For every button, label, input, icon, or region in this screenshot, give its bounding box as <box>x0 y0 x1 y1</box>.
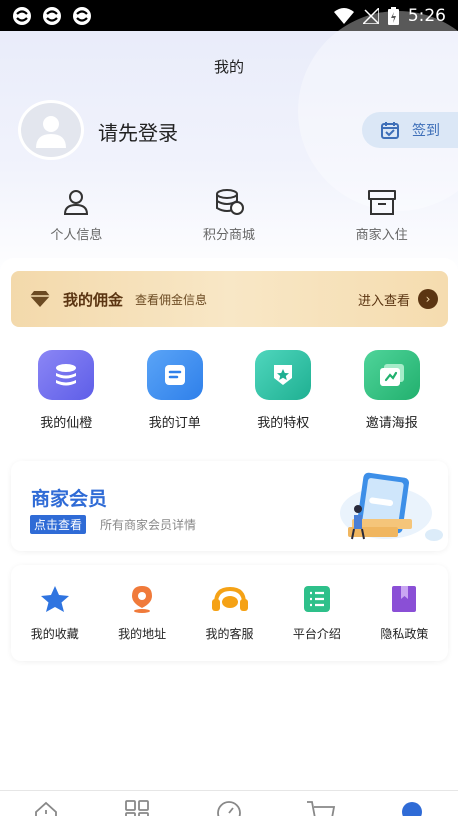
notification-icons <box>12 6 92 26</box>
tab-discover[interactable] <box>183 791 275 816</box>
star-icon <box>40 585 69 612</box>
tool-privacy-policy[interactable]: 隐私政策 <box>361 585 448 642</box>
person-icon <box>64 190 89 215</box>
tab-home[interactable] <box>0 791 92 816</box>
quick-link-label: 商家入住 <box>355 228 408 243</box>
tool-label: 我的收藏 <box>30 626 79 641</box>
tool-label: 我的地址 <box>118 626 167 641</box>
star-shield-icon <box>255 350 312 400</box>
feature-my-xiancheng[interactable]: 我的仙橙 <box>12 350 121 431</box>
coins-stack-icon <box>216 189 244 215</box>
feature-label: 我的特权 <box>257 416 310 431</box>
profile-icon <box>402 802 423 816</box>
calendar-check-icon <box>381 122 399 139</box>
merchant-view-badge[interactable]: 点击查看 <box>30 515 87 534</box>
tool-label: 我的客服 <box>205 626 254 641</box>
login-prompt[interactable]: 请先登录 <box>98 117 178 146</box>
compass-icon <box>217 801 241 816</box>
page-title: 我的 <box>213 58 244 76</box>
tab-cart[interactable] <box>275 791 367 816</box>
poster-icon <box>363 350 420 400</box>
app-notification-icon <box>43 6 61 25</box>
document-icon <box>146 350 203 400</box>
shop-icon <box>367 190 396 215</box>
quick-link-label: 积分商城 <box>203 228 256 243</box>
wifi-icon <box>333 7 354 24</box>
chevron-right-icon: › <box>418 289 438 309</box>
feature-my-orders[interactable]: 我的订单 <box>121 350 230 431</box>
feature-label: 我的订单 <box>148 416 201 431</box>
avatar[interactable] <box>18 100 84 160</box>
home-icon <box>34 801 57 816</box>
quick-link-merchant-join[interactable]: 商家入住 <box>305 188 458 243</box>
commission-enter-link[interactable]: 进入查看 › <box>358 289 438 309</box>
list-icon <box>303 585 330 612</box>
feature-my-privileges[interactable]: 我的特权 <box>229 350 338 431</box>
commission-subtitle: 查看佣金信息 <box>135 292 208 307</box>
tool-my-favorites[interactable]: 我的收藏 <box>11 585 98 642</box>
user-avatar-icon <box>36 116 66 148</box>
location-pin-icon <box>132 585 153 613</box>
tab-profile[interactable] <box>366 791 458 816</box>
diamond-icon <box>30 291 50 307</box>
feature-label: 邀请海报 <box>365 416 418 431</box>
bottom-tab-bar <box>0 790 458 816</box>
tools-card: 我的收藏 我的地址 我的客服 平台介绍 隐私政策 <box>11 565 448 661</box>
tool-label: 隐私政策 <box>380 626 429 641</box>
feature-grid: 我的仙橙 我的订单 我的特权 邀请海报 <box>0 350 458 431</box>
quick-link-points-mall[interactable]: 积分商城 <box>153 188 306 243</box>
feature-invite-poster[interactable]: 邀请海报 <box>338 350 447 431</box>
tool-platform-intro[interactable]: 平台介绍 <box>273 585 360 642</box>
quick-links: 个人信息 积分商城 商家入住 <box>0 188 458 243</box>
quick-link-personal-info[interactable]: 个人信息 <box>0 188 153 243</box>
bookmark-icon <box>392 585 417 612</box>
membership-illustration <box>340 472 443 541</box>
commission-action-label: 进入查看 <box>357 293 410 309</box>
feature-label: 我的仙橙 <box>40 416 93 431</box>
quick-link-label: 个人信息 <box>50 228 103 243</box>
commission-banner[interactable]: 我的佣金 查看佣金信息 进入查看 › <box>11 271 448 327</box>
app-notification-icon <box>13 6 31 25</box>
merchant-title: 商家会员 <box>31 488 108 510</box>
grid-icon <box>125 800 150 816</box>
signin-button[interactable]: 签到 <box>362 112 458 148</box>
tab-category[interactable] <box>92 791 184 816</box>
app-notification-icon <box>73 6 91 25</box>
headset-icon <box>211 586 248 611</box>
cart-icon <box>306 801 335 816</box>
merchant-description: 所有商家会员详情 <box>100 518 197 532</box>
tool-my-address[interactable]: 我的地址 <box>98 585 185 642</box>
merchant-membership-card[interactable]: 商家会员 点击查看 所有商家会员详情 <box>11 461 448 551</box>
database-icon <box>38 350 95 400</box>
signin-label: 签到 <box>412 123 440 139</box>
tool-my-customer-service[interactable]: 我的客服 <box>186 585 273 642</box>
tool-label: 平台介绍 <box>292 626 341 641</box>
commission-title: 我的佣金 <box>63 290 124 309</box>
